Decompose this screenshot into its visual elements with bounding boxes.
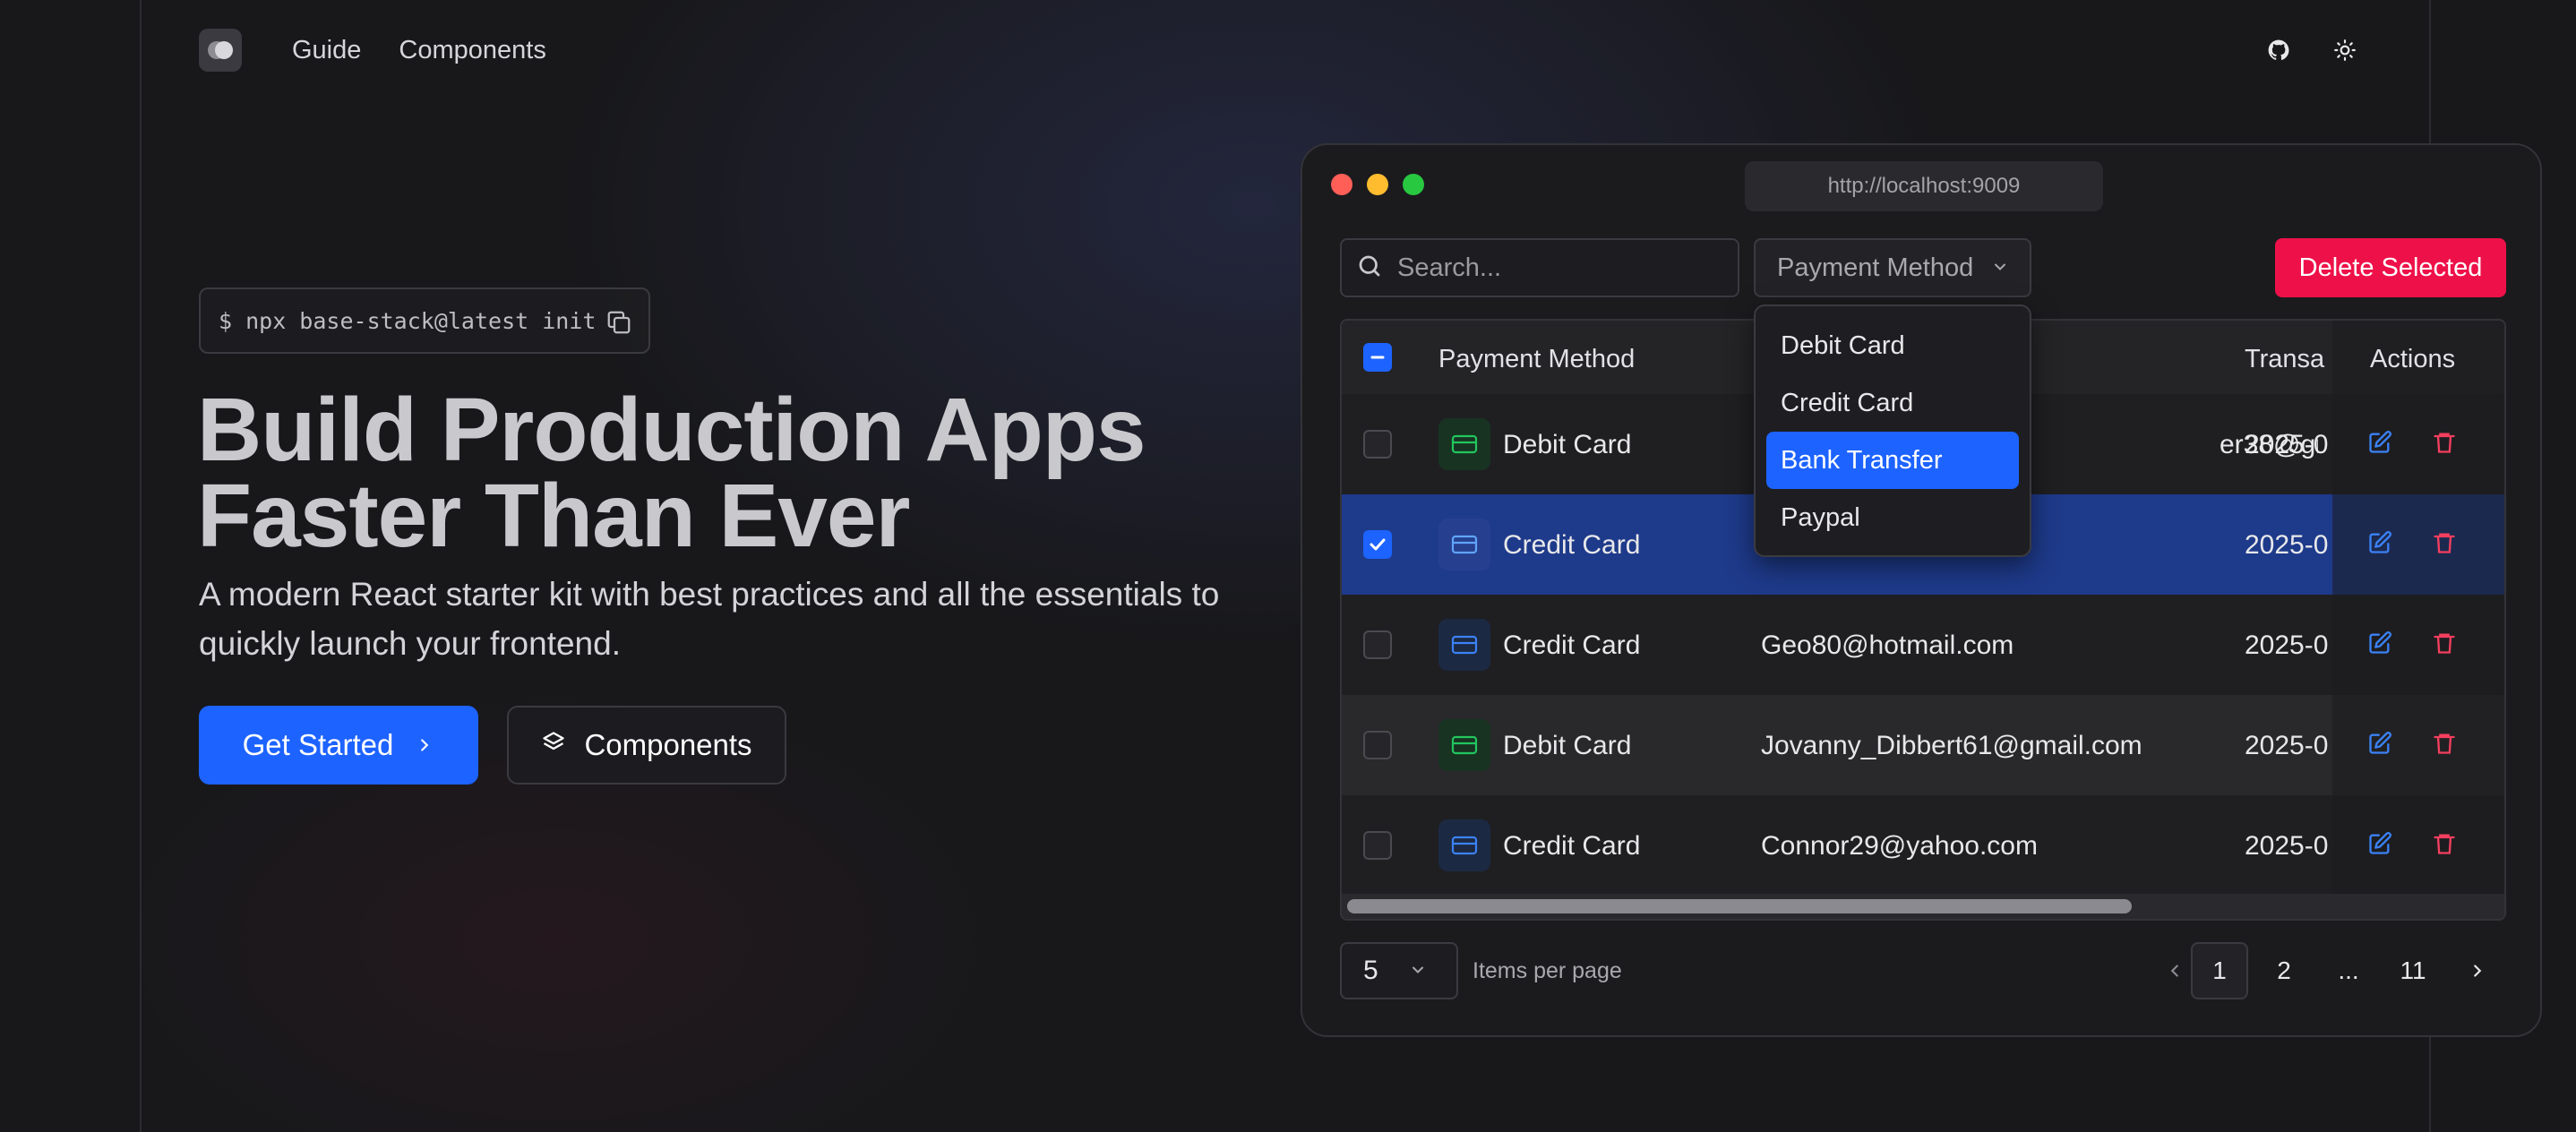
logo[interactable] — [199, 29, 242, 72]
row-checkbox[interactable] — [1363, 731, 1392, 759]
edit-icon[interactable] — [2365, 728, 2395, 759]
table-row: Debit Card Jovanny_Dibbert61@gmail.com 2… — [1342, 695, 2504, 795]
row-checkbox[interactable] — [1363, 430, 1392, 459]
next-page-icon[interactable] — [2449, 942, 2506, 999]
payment-method-cell: Credit Card — [1503, 831, 1641, 861]
column-header-payment-method[interactable]: Payment Method — [1438, 345, 1635, 374]
top-nav: Guide Components — [199, 27, 546, 73]
browser-window: http://localhost:9009 Payment Method Del… — [1301, 143, 2542, 1037]
scrollbar-thumb[interactable] — [1347, 899, 2132, 913]
table-row: Credit Card Connor29@yahoo.com 2025-0 — [1342, 795, 2504, 896]
install-command-text: $ npx base-stack@latest init — [219, 307, 597, 334]
trash-icon[interactable] — [2429, 427, 2460, 458]
items-per-page-select[interactable]: 5 — [1340, 942, 1458, 999]
hero-title: Build Production Apps Faster Than Ever — [197, 385, 1361, 561]
hero-title-line-2: Faster Than Ever — [197, 466, 910, 566]
search-icon — [1356, 253, 1383, 284]
edit-icon[interactable] — [2365, 628, 2395, 658]
components-button[interactable]: Components — [507, 706, 786, 785]
window-minimize-dot[interactable] — [1367, 174, 1388, 195]
trash-icon[interactable] — [2429, 628, 2460, 658]
page-1-button[interactable]: 1 — [2191, 942, 2248, 999]
search-box[interactable] — [1340, 238, 1739, 297]
row-checkbox[interactable] — [1363, 630, 1392, 659]
page-ellipsis: ... — [2338, 956, 2359, 984]
actions-column: Actions — [2332, 321, 2504, 919]
payment-method-cell: Credit Card — [1503, 530, 1641, 560]
components-button-label: Components — [584, 728, 752, 761]
date-cell: 2025-0 — [2245, 430, 2329, 459]
copy-icon[interactable] — [605, 309, 632, 341]
chevron-down-icon — [1991, 253, 2009, 283]
layers-icon — [541, 728, 566, 762]
items-per-page-value: 5 — [1363, 956, 1378, 985]
debit-card-icon — [1438, 418, 1490, 470]
trash-icon[interactable] — [2429, 527, 2460, 558]
menu-item-bank-transfer[interactable]: Bank Transfer — [1766, 432, 2019, 489]
github-icon[interactable] — [2261, 32, 2297, 68]
chevron-right-icon — [415, 728, 434, 762]
menu-item-debit-card[interactable]: Debit Card — [1766, 317, 2019, 374]
trash-icon[interactable] — [2429, 828, 2460, 859]
column-header-transaction[interactable]: Transa — [2245, 345, 2324, 374]
row-checkbox[interactable] — [1363, 831, 1392, 860]
payment-method-cell: Debit Card — [1503, 731, 1632, 760]
install-command: $ npx base-stack@latest init — [199, 287, 650, 354]
items-per-page-label: Items per page — [1473, 958, 1622, 983]
credit-card-icon — [1438, 619, 1490, 671]
table-row: Credit Card Geo80@hotmail.com 2025-0 — [1342, 595, 2504, 695]
credit-card-icon — [1438, 519, 1490, 570]
row-checkbox[interactable] — [1363, 530, 1392, 559]
menu-item-credit-card[interactable]: Credit Card — [1766, 374, 2019, 432]
window-close-dot[interactable] — [1331, 174, 1352, 195]
email-cell: Jovanny_Dibbert61@gmail.com — [1761, 731, 2142, 760]
date-cell: 2025-0 — [2245, 630, 2329, 660]
credit-card-icon — [1438, 819, 1490, 871]
payment-method-cell: Debit Card — [1503, 430, 1632, 459]
edit-icon[interactable] — [2365, 427, 2395, 458]
delete-selected-button[interactable]: Delete Selected — [2275, 238, 2506, 297]
payment-method-dropdown-menu: Debit Card Credit Card Bank Transfer Pay… — [1754, 304, 2031, 557]
date-cell: 2025-0 — [2245, 731, 2329, 760]
page-guide-line-left — [140, 0, 142, 1132]
date-cell: 2025-0 — [2245, 831, 2329, 861]
sun-icon[interactable] — [2327, 32, 2363, 68]
trash-icon[interactable] — [2429, 728, 2460, 759]
window-maximize-dot[interactable] — [1403, 174, 1424, 195]
payment-method-cell: Credit Card — [1503, 630, 1641, 660]
email-cell: Connor29@yahoo.com — [1761, 831, 2038, 861]
date-cell: 2025-0 — [2245, 530, 2329, 560]
select-all-checkbox[interactable] — [1363, 343, 1392, 372]
nav-link-guide[interactable]: Guide — [292, 36, 361, 65]
address-bar[interactable]: http://localhost:9009 — [1745, 161, 2103, 211]
page-11-button[interactable]: 11 — [2384, 942, 2442, 999]
menu-item-paypal[interactable]: Paypal — [1766, 489, 2019, 546]
edit-icon[interactable] — [2365, 527, 2395, 558]
nav-link-components[interactable]: Components — [399, 36, 545, 65]
email-cell: Geo80@hotmail.com — [1761, 630, 2014, 660]
debit-card-icon — [1438, 719, 1490, 771]
edit-icon[interactable] — [2365, 828, 2395, 859]
get-started-label: Get Started — [242, 728, 394, 761]
column-header-actions: Actions — [2370, 345, 2456, 373]
horizontal-scrollbar[interactable] — [1342, 894, 2504, 919]
payment-method-filter[interactable]: Payment Method — [1754, 238, 2031, 297]
search-input[interactable] — [1397, 253, 1720, 283]
get-started-button[interactable]: Get Started — [199, 706, 478, 785]
hero-subtitle: A modern React starter kit with best pra… — [199, 576, 1220, 662]
chevron-down-icon — [1409, 956, 1427, 986]
nav-icon-group — [2261, 32, 2363, 68]
page-2-button[interactable]: 2 — [2255, 942, 2313, 999]
payment-method-filter-label: Payment Method — [1777, 253, 1974, 282]
